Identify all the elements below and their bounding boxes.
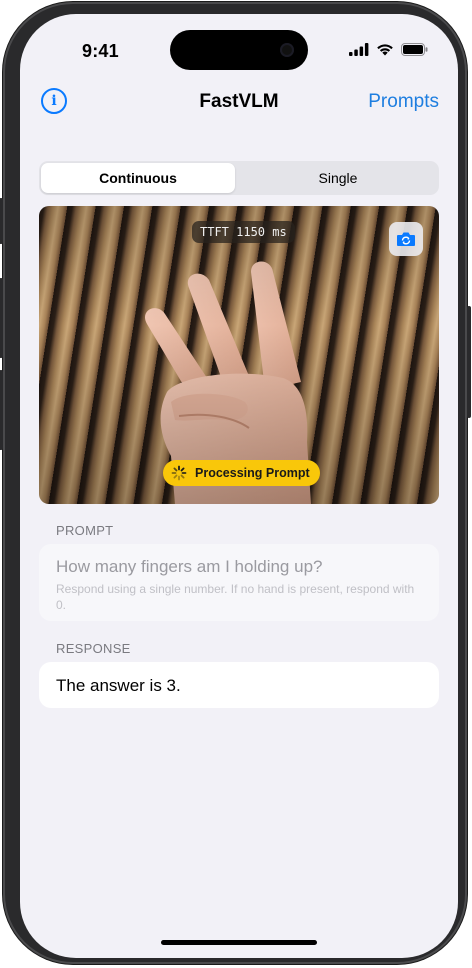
ttft-label: TTFT 1150 ms [192,221,295,243]
processing-badge: Processing Prompt [163,460,320,486]
prompts-button[interactable]: Prompts [368,91,439,113]
segment-single[interactable]: Single [239,163,437,193]
screen: 9:41 i FastVLM Prompts Continuous Single… [20,14,458,958]
mode-segmented-control: Continuous Single [39,161,439,195]
camera-preview: TTFT 1150 ms Processing Prompt [39,206,439,504]
switch-camera-button[interactable] [389,222,423,256]
battery-icon [401,43,428,56]
response-section-label: RESPONSE [56,641,131,656]
phone-frame: 9:41 i FastVLM Prompts Continuous Single… [0,2,471,964]
switch-camera-icon [397,232,415,246]
volume-down-button [0,370,3,450]
volume-up-button [0,278,3,358]
dynamic-island [170,30,308,70]
prompt-instructions: Respond using a single number. If no han… [56,582,415,612]
segment-continuous[interactable]: Continuous [41,163,235,193]
spinner-icon [171,465,187,481]
prompt-card[interactable]: How many fingers am I holding up? Respon… [39,544,439,621]
status-time: 9:41 [82,41,119,61]
power-button [467,306,471,418]
home-indicator[interactable] [161,940,317,945]
prompt-text[interactable]: How many fingers am I holding up? [56,557,322,577]
response-card: The answer is 3. [39,662,439,708]
signal-icon [349,43,369,56]
action-button [0,198,3,244]
processing-label: Processing Prompt [195,466,310,480]
response-text: The answer is 3. [56,676,181,695]
prompt-section-label: PROMPT [56,523,114,538]
status-icons [349,43,428,56]
wifi-icon [377,44,393,56]
